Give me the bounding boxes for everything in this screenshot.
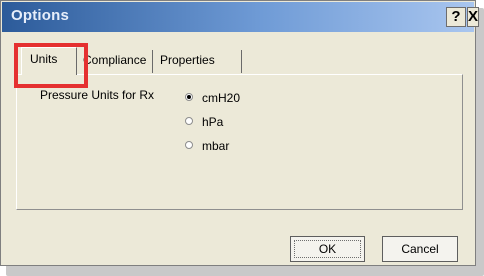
radio-hpa-label: hPa bbox=[202, 115, 224, 129]
help-button[interactable]: ? bbox=[446, 7, 466, 27]
radio-unselected-icon bbox=[185, 141, 193, 149]
window-title: Options bbox=[11, 7, 70, 24]
radio-selected-icon bbox=[185, 93, 193, 101]
tab-compliance-label: Compliance bbox=[83, 53, 147, 67]
radio-mbar-label: mbar bbox=[202, 139, 230, 153]
close-icon: X bbox=[468, 8, 479, 25]
tab-units[interactable]: Units bbox=[21, 47, 77, 75]
help-icon: ? bbox=[451, 8, 461, 25]
radio-unselected-icon bbox=[185, 117, 193, 125]
tab-properties-label: Properties bbox=[160, 53, 215, 67]
tab-properties[interactable]: Properties bbox=[155, 50, 242, 73]
ok-button[interactable]: OK bbox=[290, 236, 365, 262]
cancel-button[interactable]: Cancel bbox=[382, 236, 458, 262]
pressure-units-label: Pressure Units for Rx bbox=[40, 88, 155, 102]
radio-cmh20-label: cmH20 bbox=[202, 91, 241, 105]
tab-units-label: Units bbox=[30, 52, 58, 66]
title-bar[interactable]: Options ? X bbox=[2, 2, 479, 32]
tab-compliance[interactable]: Compliance bbox=[78, 50, 153, 73]
close-button[interactable]: X bbox=[467, 7, 479, 27]
